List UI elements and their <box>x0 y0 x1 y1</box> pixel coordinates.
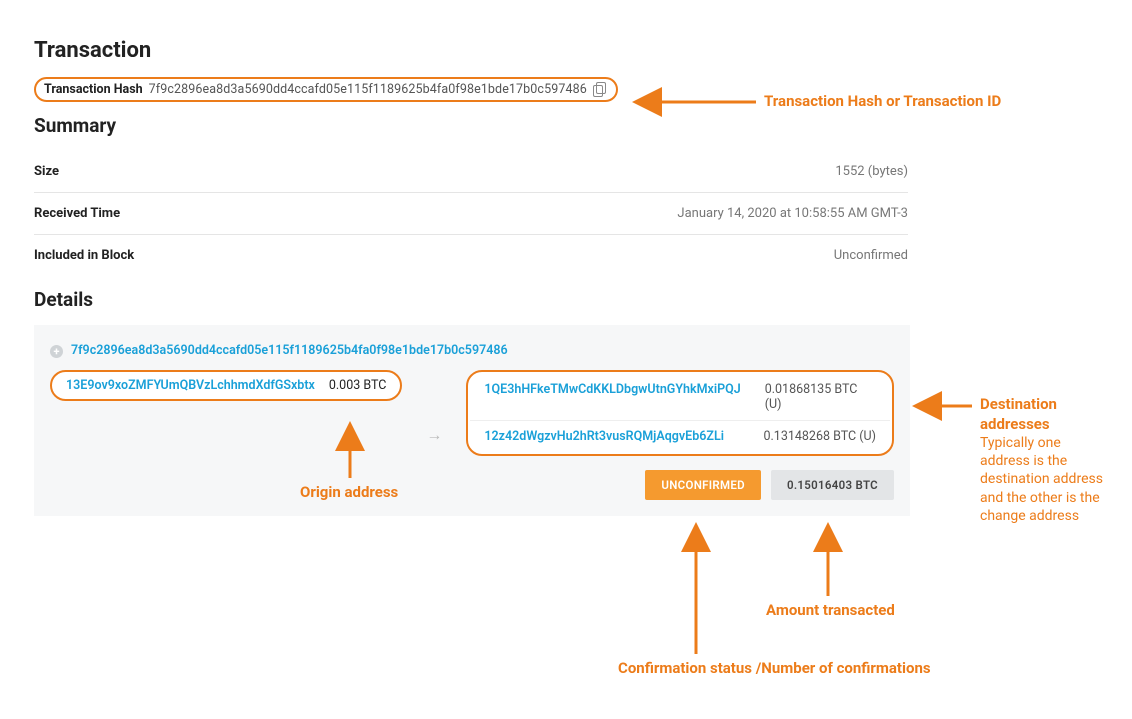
summary-heading: Summary <box>34 114 1098 137</box>
transaction-hash-row: Transaction Hash 7f9c2896ea8d3a5690dd4cc… <box>34 77 618 102</box>
input-amount: 0.003 BTC <box>329 378 387 393</box>
status-badge-unconfirmed: UNCONFIRMED <box>645 470 761 500</box>
input-panel: 13E9ov9xoZMFYUmQBVzLchhmdXdfGSxbtx 0.003… <box>50 370 402 401</box>
copy-icon[interactable] <box>593 82 606 97</box>
summary-value: January 14, 2020 at 10:58:55 AM GMT-3 <box>677 206 908 221</box>
input-address-link[interactable]: 13E9ov9xoZMFYUmQBVzLchhmdXdfGSxbtx <box>66 378 315 393</box>
summary-value: Unconfirmed <box>834 248 908 263</box>
annotation-hash: Transaction Hash or Transaction ID <box>764 92 1001 112</box>
output-address-link[interactable]: 12z42dWgzvHu2hRt3vusRQMjAqgvEb6ZLi <box>484 429 724 444</box>
total-amount-badge: 0.15016403 BTC <box>771 470 894 500</box>
summary-label: Size <box>34 164 59 179</box>
annotation-destination-title: Destination addresses <box>980 395 1110 434</box>
details-panel: + 7f9c2896ea8d3a5690dd4ccafd05e115f11896… <box>34 325 910 516</box>
output-amount: 0.01868135 BTC (U) <box>765 382 876 412</box>
details-hash-link[interactable]: 7f9c2896ea8d3a5690dd4ccafd05e115f1189625… <box>71 343 508 358</box>
summary-label: Included in Block <box>34 248 134 263</box>
output-row: 12z42dWgzvHu2hRt3vusRQMjAqgvEb6ZLi 0.131… <box>470 420 890 452</box>
arrow-right-icon: → <box>420 421 448 449</box>
output-address-link[interactable]: 1QE3hHFkeTMwCdKKLDbgwUtnGYhkMxiPQJ <box>484 382 740 412</box>
transaction-hash-value: 7f9c2896ea8d3a5690dd4ccafd05e115f1189625… <box>149 82 587 97</box>
annotation-origin: Origin address <box>300 483 398 503</box>
details-hash-row: + 7f9c2896ea8d3a5690dd4ccafd05e115f11896… <box>50 339 894 358</box>
annotation-status: Confirmation status /Number of confirmat… <box>618 659 931 679</box>
summary-row-block: Included in Block Unconfirmed <box>34 235 908 276</box>
output-amount: 0.13148268 BTC (U) <box>763 429 876 444</box>
expand-icon[interactable]: + <box>50 345 63 358</box>
transaction-hash-label: Transaction Hash <box>44 82 143 97</box>
output-panel: 1QE3hHFkeTMwCdKKLDbgwUtnGYhkMxiPQJ 0.018… <box>466 370 894 456</box>
summary-label: Received Time <box>34 206 120 221</box>
annotation-amount: Amount transacted <box>766 601 895 621</box>
details-heading: Details <box>34 288 1098 311</box>
summary-value: 1552 (bytes) <box>835 164 908 179</box>
summary-table: Size 1552 (bytes) Received Time January … <box>34 151 908 276</box>
annotation-destination: Destination addresses Typically one addr… <box>980 395 1110 525</box>
annotation-destination-sub: Typically one address is the destination… <box>980 434 1110 525</box>
output-row: 1QE3hHFkeTMwCdKKLDbgwUtnGYhkMxiPQJ 0.018… <box>470 374 890 420</box>
page-title: Transaction <box>34 38 1098 63</box>
summary-row-size: Size 1552 (bytes) <box>34 151 908 193</box>
summary-row-received: Received Time January 14, 2020 at 10:58:… <box>34 193 908 235</box>
